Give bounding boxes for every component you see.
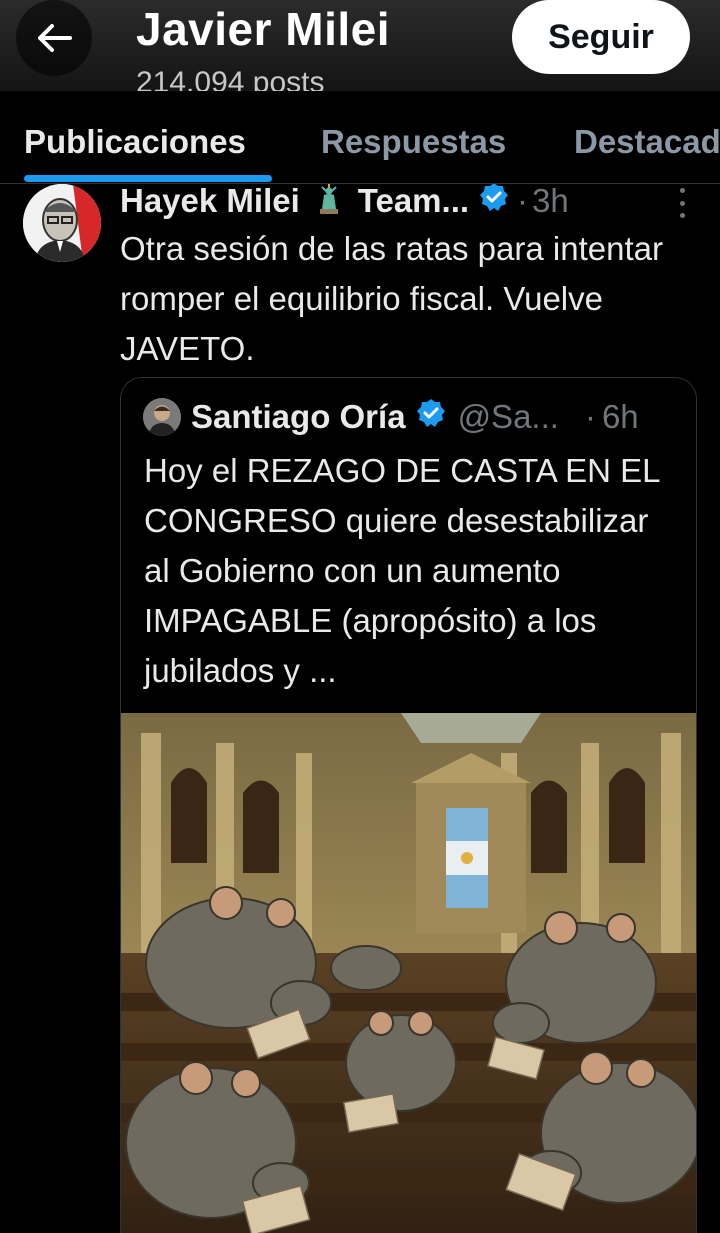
congress-rats-image[interactable]	[121, 713, 696, 1233]
back-button[interactable]	[16, 0, 92, 76]
tab-respuestas[interactable]: Respuestas	[321, 123, 506, 161]
separator-dot: ·	[584, 398, 596, 435]
follow-button[interactable]: Seguir	[512, 0, 690, 74]
post-time[interactable]: 3h	[532, 184, 569, 220]
author-name-suffix[interactable]: Team...	[358, 184, 469, 220]
arrow-left-icon	[38, 24, 72, 52]
quote-handle[interactable]: @Sa...	[458, 398, 559, 436]
author-name[interactable]: Hayek Milei	[120, 184, 300, 220]
tweet-header: Hayek Milei Team... · 3h	[120, 184, 569, 224]
verified-badge-icon	[416, 398, 446, 436]
quote-avatar[interactable]	[143, 398, 181, 436]
verified-badge-icon	[479, 184, 509, 220]
quote-time[interactable]: 6h	[602, 398, 639, 436]
active-tab-indicator	[24, 175, 272, 182]
quote-header: Santiago Oría @Sa... · 6h	[191, 394, 639, 440]
separator-dot: ·	[517, 184, 529, 219]
avatar[interactable]	[23, 184, 101, 262]
tab-destacados[interactable]: Destacados	[574, 123, 720, 161]
tweet-text: Otra sesión de las ratas para intentar r…	[120, 230, 663, 367]
quoted-tweet[interactable]: Santiago Oría @Sa... · 6h Hoy el REZAGO …	[120, 377, 697, 1233]
more-options-icon[interactable]	[670, 188, 694, 218]
quote-text: Hoy el REZAGO DE CASTA EN EL CONGRESO qu…	[144, 452, 660, 689]
profile-header: Javier Milei 214.094 posts Seguir	[0, 0, 720, 91]
quote-author-name[interactable]: Santiago Oría	[191, 398, 406, 436]
profile-name: Javier Milei	[136, 3, 391, 55]
tweet[interactable]: Hayek Milei Team... · 3h Otra sesión de …	[0, 184, 720, 1233]
tab-publicaciones[interactable]: Publicaciones	[24, 123, 246, 161]
statue-of-liberty-icon	[314, 184, 344, 223]
profile-tabs: Publicaciones Respuestas Destacados	[0, 91, 720, 184]
posts-count: 214.094 posts	[136, 66, 325, 91]
